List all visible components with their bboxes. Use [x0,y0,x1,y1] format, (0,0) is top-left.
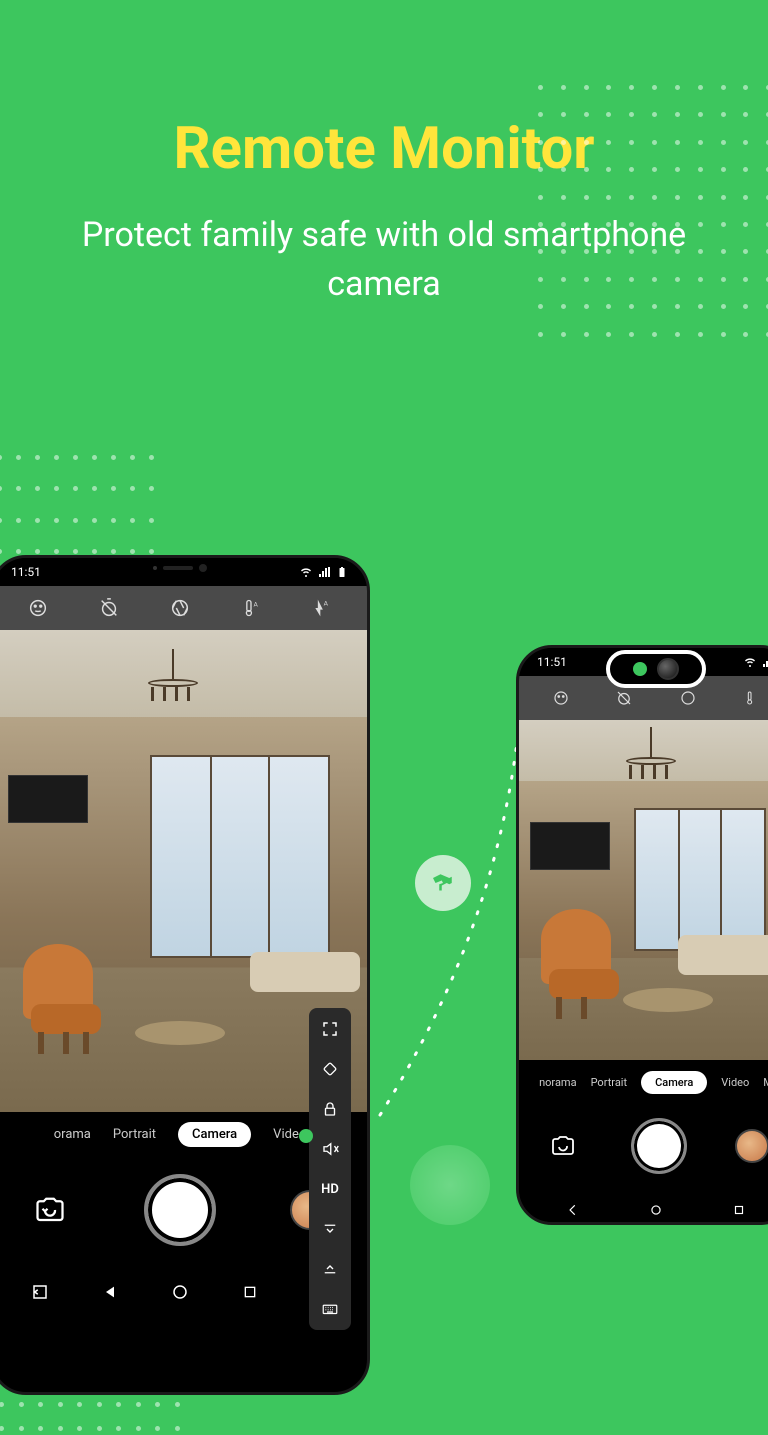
camera-modes-right: norama Portrait Camera Video M [519,1060,768,1104]
status-time: 11:51 [11,565,41,579]
nav-back-icon-r[interactable] [565,1202,581,1218]
camera-lens-icon [657,658,679,680]
flip-camera-icon[interactable] [30,1190,70,1230]
timer-off-icon[interactable] [97,596,121,620]
shutter-button-r[interactable] [631,1118,687,1174]
status-time-right: 11:51 [537,655,567,669]
collapse-up-icon[interactable] [319,1258,341,1280]
temperature-icon-r[interactable] [739,686,763,710]
mode-camera[interactable]: Camera [178,1122,251,1147]
scene-chair [23,944,113,1054]
nav-home-icon-r[interactable] [648,1202,664,1218]
mode-panorama[interactable]: orama [54,1127,91,1142]
phone-notch [125,558,235,578]
nav-recent-icon-r[interactable] [731,1202,747,1218]
nav-back-icon[interactable] [99,1281,121,1303]
cctv-badge-icon [415,855,471,911]
mode-camera-r[interactable]: Camera [641,1071,707,1094]
shutter-button[interactable] [144,1174,216,1246]
fullscreen-icon[interactable] [319,1018,341,1040]
scene-window [150,755,330,957]
svg-text:A: A [253,600,258,608]
decorative-blob [410,1145,490,1225]
active-light-icon [633,662,647,676]
rotate-icon[interactable] [319,1058,341,1080]
aperture-icon-r[interactable] [676,686,700,710]
nav-recent-icon[interactable] [239,1281,261,1303]
dot-pattern-top-right [538,85,768,345]
nav-hide-icon[interactable] [29,1281,51,1303]
mode-portrait[interactable]: Portrait [113,1127,156,1142]
flip-camera-icon-r[interactable] [543,1126,583,1166]
nav-home-icon[interactable] [169,1281,191,1303]
camera-viewfinder-right[interactable] [519,720,768,1060]
phone-right: 11:51 norama Portrait Camera Video M [516,645,768,1225]
svg-text:A: A [323,600,328,608]
scene-tv [8,775,88,823]
flash-auto-icon[interactable]: A [310,596,334,620]
scene-chandelier [143,669,203,729]
status-icons [299,566,349,578]
camera-highlight [606,650,706,688]
keyboard-icon[interactable] [319,1298,341,1320]
status-bar: 11:51 [0,558,367,586]
collapse-down-icon[interactable] [319,1218,341,1240]
timer-off-icon-r[interactable] [612,686,636,710]
face-beauty-icon-r[interactable] [549,686,573,710]
mute-icon[interactable] [319,1138,341,1160]
android-nav-bar-right [519,1192,768,1225]
temperature-auto-icon[interactable]: A [239,596,263,620]
mode-portrait-r[interactable]: Portrait [591,1076,628,1089]
phone-left: 11:51 A A [0,555,370,1395]
capture-row-right [519,1104,768,1192]
gallery-thumbnail-r[interactable] [735,1129,768,1163]
floating-menu[interactable]: HD [309,1008,351,1330]
mode-more-r[interactable]: M [763,1076,768,1089]
camera-toolbar: A A [0,586,367,630]
mode-video-r[interactable]: Video [721,1076,749,1089]
aperture-icon[interactable] [168,596,192,620]
mode-panorama-r[interactable]: norama [539,1076,576,1089]
face-beauty-icon[interactable] [26,596,50,620]
hd-toggle[interactable]: HD [319,1178,341,1200]
scene-sofa [250,952,360,992]
lock-icon[interactable] [319,1098,341,1120]
scene-table [135,1021,225,1045]
